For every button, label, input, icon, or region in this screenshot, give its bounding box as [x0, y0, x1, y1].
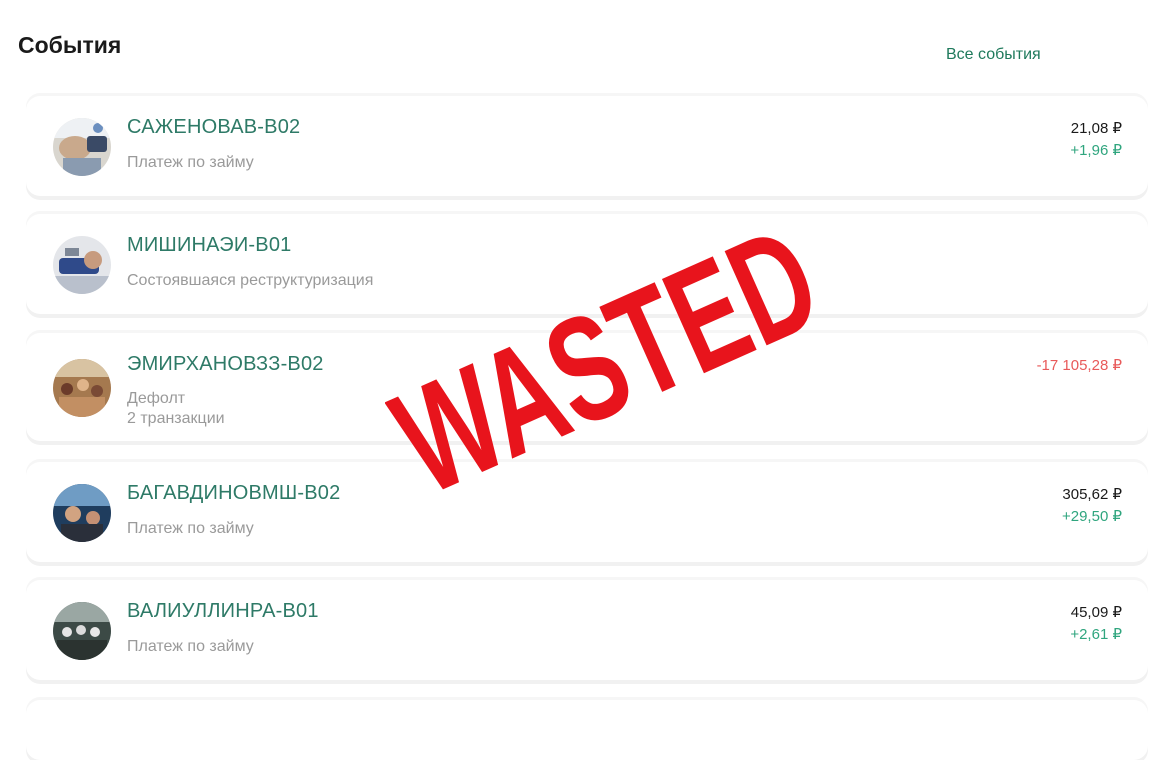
event-avatar [53, 484, 111, 542]
event-name[interactable]: БАГАВДИНОВМШ-В02 [127, 482, 340, 505]
event-card[interactable]: БАГАВДИНОВМШ-В02 Платеж по займу 305,62 … [26, 462, 1148, 562]
event-avatar [53, 359, 111, 417]
event-description: Состоявшаяся реструктуризация [127, 272, 374, 289]
page-title: События [18, 32, 122, 58]
event-avatar [53, 236, 111, 294]
event-amount: -17 105,28 ₽ [1036, 357, 1122, 374]
event-name[interactable]: ЭМИРХАНОВЗЗ-В02 [127, 353, 324, 376]
event-description: Платеж по займу [127, 638, 254, 655]
event-avatar [53, 602, 111, 660]
event-name[interactable]: МИШИНАЭИ-В01 [127, 234, 291, 257]
event-card[interactable]: МИШИНАЭИ-В01 Состоявшаяся реструктуризац… [26, 214, 1148, 314]
event-card[interactable]: ВАЛИУЛЛИНРА-В01 Платеж по займу 45,09 ₽ … [26, 580, 1148, 680]
event-amount: 45,09 ₽ [1070, 604, 1122, 621]
all-events-link[interactable]: Все события [946, 46, 1041, 64]
event-change: +1,96 ₽ [1070, 142, 1122, 159]
event-change: +29,50 ₽ [1061, 508, 1122, 525]
event-card[interactable]: САЖЕНОВАВ-В02 Платеж по займу 21,08 ₽ +1… [26, 96, 1148, 196]
event-amounts: -17 105,28 ₽ [1037, 355, 1122, 377]
event-name[interactable]: САЖЕНОВАВ-В02 [127, 116, 300, 139]
event-card[interactable]: ЭМИРХАНОВЗЗ-В02 Дефолт 2 транзакции -17 … [26, 333, 1148, 441]
event-description: Дефолт [127, 390, 186, 407]
event-amounts: 45,09 ₽ +2,61 ₽ [1070, 602, 1122, 646]
event-transactions-count: 2 транзакции [127, 410, 225, 427]
event-amount: 305,62 ₽ [1062, 486, 1122, 503]
event-amount: 21,08 ₽ [1070, 120, 1122, 137]
event-change: +2,61 ₽ [1070, 626, 1122, 643]
event-amounts: 21,08 ₽ +1,96 ₽ [1070, 118, 1122, 162]
event-amounts: 305,62 ₽ +29,50 ₽ [1062, 484, 1122, 528]
event-description: Платеж по займу [127, 154, 254, 171]
event-name[interactable]: ВАЛИУЛЛИНРА-В01 [127, 600, 319, 623]
event-avatar [53, 118, 111, 176]
event-card-partial [26, 700, 1148, 760]
event-description-block: Дефолт 2 транзакции [127, 389, 225, 429]
event-description: Платеж по займу [127, 520, 254, 537]
